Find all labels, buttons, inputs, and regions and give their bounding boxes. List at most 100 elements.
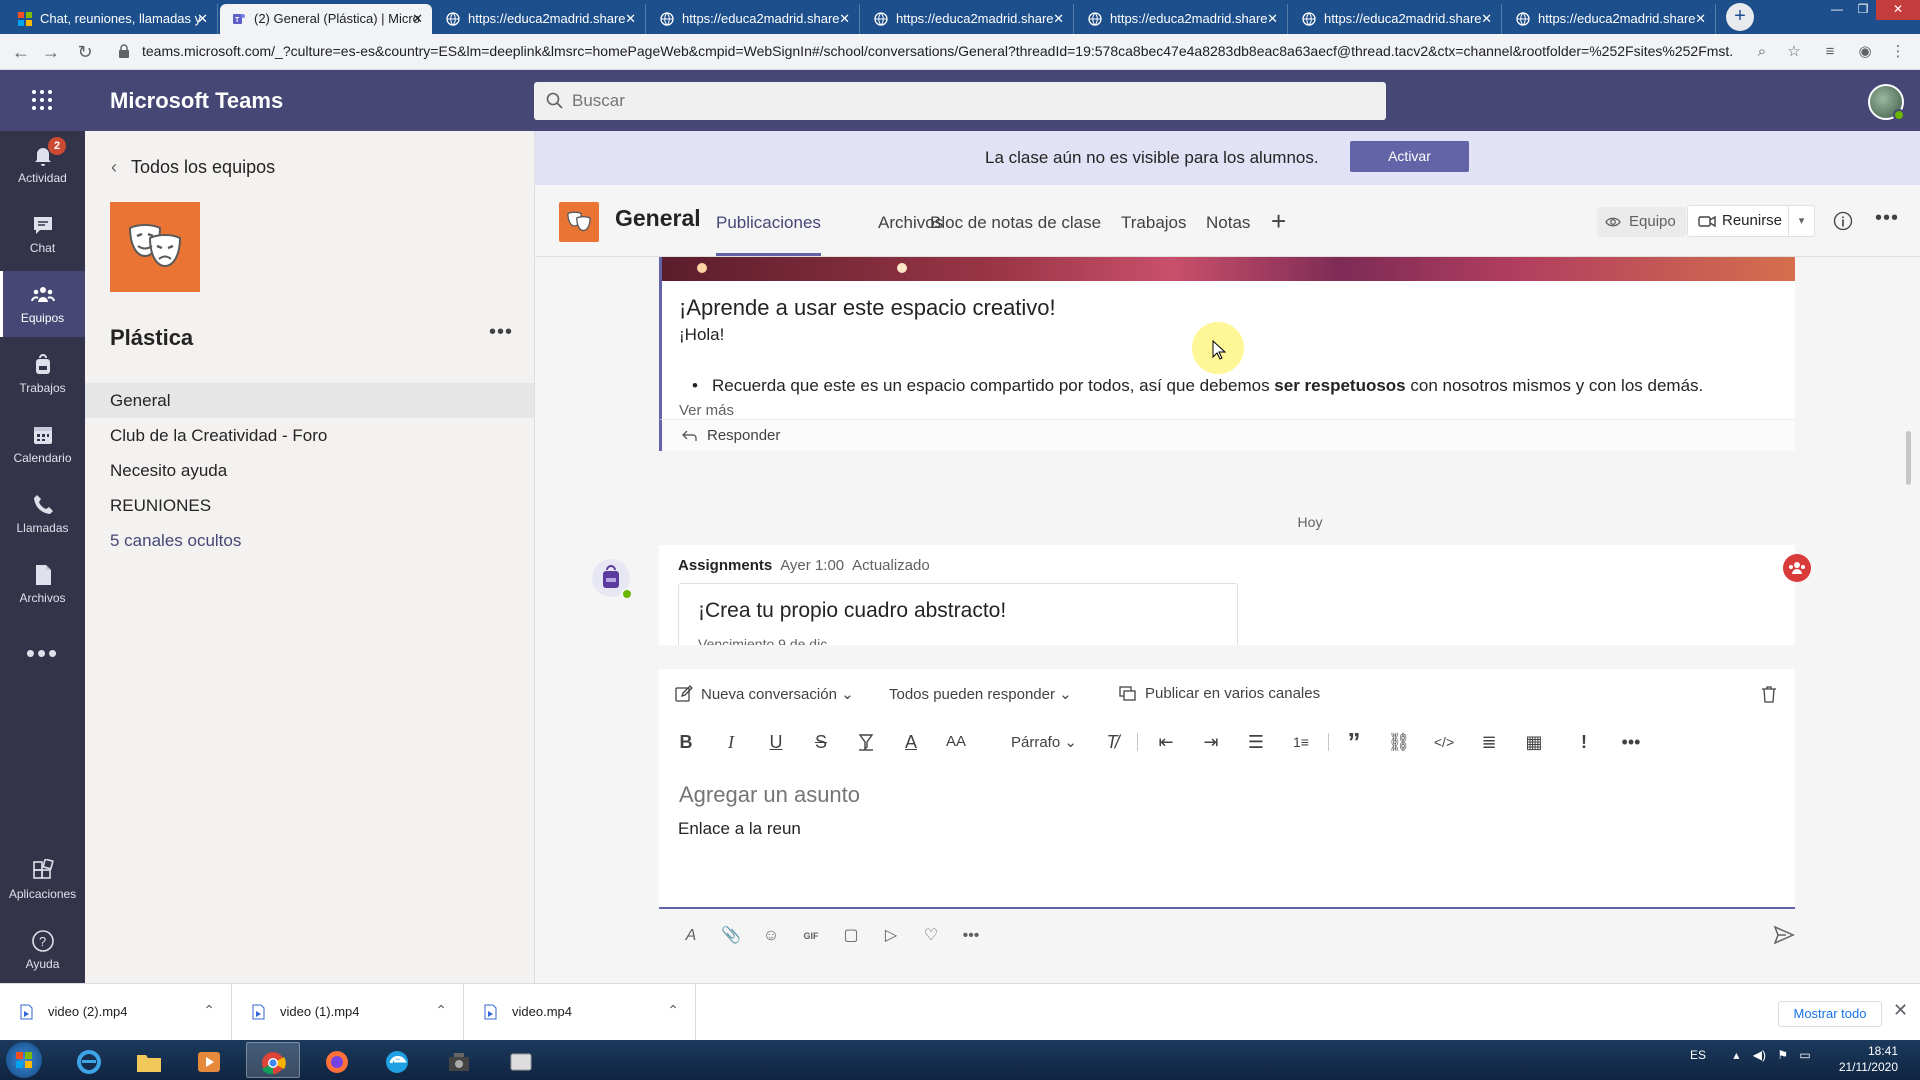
channel-item[interactable]: Club de la Creatividad - Foro — [85, 418, 534, 453]
format-icon[interactable]: A — [679, 924, 703, 948]
tab-close-icon[interactable]: ✕ — [1695, 4, 1706, 34]
new-tab-button[interactable]: + — [1726, 3, 1754, 31]
meet-now-icon[interactable]: ▷ — [879, 924, 903, 948]
sticker-icon[interactable]: ▢ — [839, 924, 863, 948]
taskbar-file-explorer[interactable] — [122, 1042, 176, 1078]
show-hidden-icons-icon[interactable]: ▴ — [1733, 1048, 1739, 1062]
download-item[interactable]: video.mp4 ⌃ — [464, 984, 696, 1041]
app-launcher-icon[interactable] — [30, 88, 54, 112]
team-button[interactable]: Equipo — [1597, 207, 1686, 237]
browser-tab[interactable]: https://educa2madrid.share ✕ — [862, 4, 1074, 34]
browser-tab[interactable]: https://educa2madrid.share ✕ — [648, 4, 860, 34]
attach-icon[interactable]: 📎 — [719, 924, 743, 948]
browser-menu-icon[interactable]: ⋮ — [1888, 42, 1908, 62]
volume-icon[interactable]: ◀) — [1753, 1048, 1766, 1062]
activate-button[interactable]: Activar — [1350, 141, 1469, 172]
download-item[interactable]: video (2).mp4 ⌃ — [0, 984, 232, 1041]
minimize-icon[interactable]: — — [1824, 0, 1850, 20]
subject-input[interactable] — [679, 782, 1579, 808]
tab-grades[interactable]: Notas — [1206, 213, 1250, 233]
quote-icon[interactable]: ” — [1339, 727, 1369, 757]
reload-icon[interactable]: ↻ — [74, 41, 96, 63]
more-options-icon[interactable]: ••• — [959, 924, 983, 948]
close-downloads-icon[interactable]: ✕ — [1893, 1000, 1908, 1021]
font-size-icon[interactable]: AA — [941, 727, 971, 757]
profile-icon[interactable]: ◉ — [1855, 42, 1875, 62]
user-avatar[interactable] — [1868, 84, 1905, 121]
browser-tab-active[interactable]: T (2) General (Plástica) | Micro ✕ — [220, 4, 432, 34]
browser-tab[interactable]: https://educa2madrid.share ✕ — [1076, 4, 1288, 34]
taskbar-edge[interactable] — [370, 1042, 424, 1078]
italic-icon[interactable]: I — [716, 727, 746, 757]
rail-item-files[interactable]: Archivos — [0, 551, 85, 617]
gif-icon[interactable]: GIF — [799, 924, 823, 948]
chevron-up-icon[interactable]: ⌃ — [667, 1002, 679, 1019]
see-more-link[interactable]: Ver más — [679, 402, 734, 419]
tab-close-icon[interactable]: ✕ — [1481, 4, 1492, 34]
channel-item[interactable]: Necesito ayuda — [85, 453, 534, 488]
important-icon[interactable]: ! — [1569, 727, 1599, 757]
rail-item-activity[interactable]: 2 Actividad — [0, 131, 85, 197]
chevron-down-icon[interactable]: ▾ — [1788, 206, 1814, 236]
bulleted-list-icon[interactable]: ☰ — [1241, 727, 1271, 757]
rail-item-apps[interactable]: Aplicaciones — [0, 847, 85, 913]
lock-icon[interactable] — [118, 44, 130, 58]
assignment-card[interactable]: ¡Crea tu propio cuadro abstracto! Vencim… — [678, 583, 1238, 645]
increase-indent-icon[interactable]: ⇥ — [1196, 727, 1226, 757]
tab-close-icon[interactable]: ✕ — [625, 4, 636, 34]
trash-icon[interactable] — [1761, 685, 1777, 703]
message-body[interactable]: Enlace a la reun — [678, 819, 801, 839]
flag-icon[interactable]: ⚑ — [1777, 1048, 1788, 1062]
more-formatting-icon[interactable]: ••• — [1616, 727, 1646, 757]
tab-close-icon[interactable]: ✕ — [1267, 4, 1278, 34]
taskbar-media-player[interactable] — [182, 1042, 236, 1078]
info-icon[interactable] — [1833, 211, 1853, 231]
channel-more-options-icon[interactable]: ••• — [1875, 207, 1899, 230]
browser-tab[interactable]: https://educa2madrid.share ✕ — [1504, 4, 1716, 34]
emoji-icon[interactable]: ☺ — [759, 924, 783, 948]
tab-class-notebook[interactable]: Bloc de notas de clase — [930, 213, 1101, 233]
meet-button[interactable]: Reunirse ▾ — [1687, 205, 1815, 237]
browser-tab[interactable]: https://educa2madrid.share ✕ — [434, 4, 646, 34]
underline-icon[interactable]: U — [761, 727, 791, 757]
start-button[interactable] — [6, 1042, 42, 1078]
tab-assignments[interactable]: Trabajos — [1121, 213, 1187, 233]
reply-button[interactable]: Responder — [659, 419, 1795, 451]
numbered-list-icon[interactable]: 1≡ — [1286, 727, 1316, 757]
tab-close-icon[interactable]: ✕ — [197, 4, 208, 34]
search-input[interactable] — [572, 82, 1362, 120]
browser-tab[interactable]: https://educa2madrid.share ✕ — [1290, 4, 1502, 34]
new-conversation-dropdown[interactable]: Nueva conversación ⌄ — [675, 685, 854, 703]
reply-permission-dropdown[interactable]: Todos pueden responder ⌄ — [889, 685, 1072, 703]
media-queue-icon[interactable]: ≡ — [1820, 42, 1840, 62]
zoom-icon[interactable]: ⌕ — [1752, 42, 1772, 62]
search-box[interactable] — [534, 82, 1386, 120]
rail-item-calls[interactable]: Llamadas — [0, 481, 85, 547]
back-arrow-icon[interactable]: ← — [10, 41, 32, 63]
send-icon[interactable] — [1773, 924, 1795, 946]
post-multiple-channels-button[interactable]: Publicar en varios canales — [1119, 685, 1320, 702]
rail-item-chat[interactable]: Chat — [0, 201, 85, 267]
strikethrough-icon[interactable]: S — [806, 727, 836, 757]
download-item[interactable]: video (1).mp4 ⌃ — [232, 984, 464, 1041]
link-icon[interactable]: ⛓ — [1384, 727, 1414, 757]
taskbar-chrome[interactable] — [246, 1042, 300, 1078]
channel-item[interactable]: General — [85, 383, 534, 418]
decrease-indent-icon[interactable]: ⇤ — [1151, 727, 1181, 757]
url-field[interactable]: teams.microsoft.com/_?culture=es-es&coun… — [142, 43, 1732, 59]
highlight-icon[interactable] — [851, 727, 881, 757]
font-color-icon[interactable]: A — [896, 727, 926, 757]
horizontal-rule-icon[interactable]: ≣ — [1474, 727, 1504, 757]
rail-item-help[interactable]: ? Ayuda — [0, 917, 85, 983]
rail-item-assignments[interactable]: Trabajos — [0, 341, 85, 407]
chevron-up-icon[interactable]: ⌃ — [203, 1002, 215, 1019]
taskbar-internet-explorer[interactable] — [62, 1042, 116, 1078]
tab-close-icon[interactable]: ✕ — [1053, 4, 1064, 34]
all-teams-link[interactable]: ‹ Todos los equipos — [111, 157, 275, 178]
clock[interactable]: 18:41 21/11/2020 — [1832, 1043, 1898, 1075]
tab-posts[interactable]: Publicaciones — [716, 213, 821, 256]
reaction-icon[interactable] — [1783, 554, 1811, 582]
tab-close-icon[interactable]: ✕ — [412, 4, 423, 34]
code-icon[interactable]: </> — [1429, 727, 1459, 757]
taskbar-camera-app[interactable] — [432, 1042, 486, 1078]
